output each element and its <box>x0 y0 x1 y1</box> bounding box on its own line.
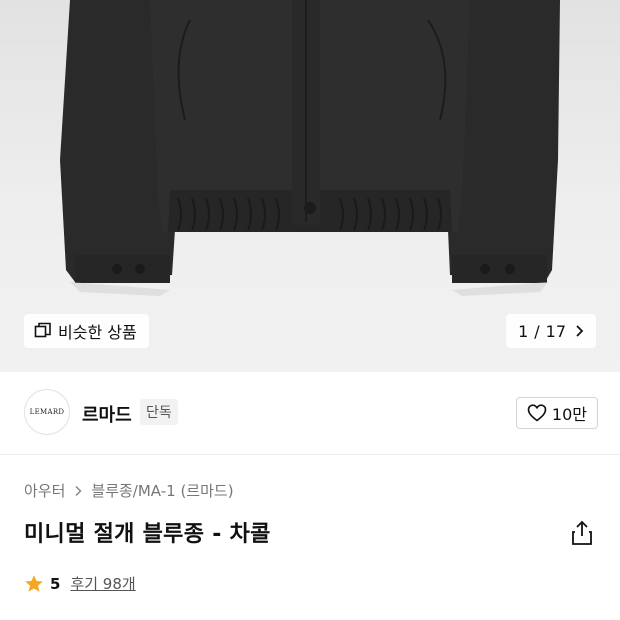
image-pager[interactable]: 1 / 17 <box>506 314 596 348</box>
brand-name[interactable]: 르마드 <box>82 401 132 427</box>
section-divider <box>0 454 620 455</box>
breadcrumb-item-category[interactable]: 블루종/MA-1 (르마드) <box>91 480 233 501</box>
star-icon <box>25 574 43 592</box>
heart-outline-icon <box>527 404 547 422</box>
exclusive-badge: 단독 <box>140 399 178 425</box>
brand-row: LEMARD 르마드 단독 10만 <box>0 372 620 454</box>
pager-current: 1 <box>518 321 529 341</box>
similar-products-label: 비슷한 상품 <box>58 323 137 342</box>
brand-logo-text: LEMARD <box>29 408 65 416</box>
like-button[interactable]: 10만 <box>515 397 598 429</box>
product-image-gallery[interactable]: 비슷한 상품 1 / 17 <box>0 0 620 372</box>
pager-separator: / <box>534 321 540 341</box>
product-title: 미니멀 절개 블루종 - 차콜 <box>24 522 271 547</box>
chevron-right-icon <box>75 485 82 496</box>
similar-products-button[interactable]: 비슷한 상품 <box>24 314 149 348</box>
pager-total: 17 <box>545 321 566 341</box>
like-count: 10만 <box>551 405 587 424</box>
stacked-squares-icon <box>34 322 51 338</box>
reviews-link[interactable]: 후기 98개 <box>70 573 135 594</box>
rating-row: 5 후기 98개 <box>24 573 136 594</box>
rating-score: 5 <box>50 574 61 593</box>
chevron-right-icon <box>576 325 584 337</box>
brand-logo[interactable]: LEMARD <box>24 389 70 435</box>
breadcrumb: 아우터 블루종/MA-1 (르마드) <box>24 480 234 501</box>
share-icon[interactable] <box>570 520 594 546</box>
breadcrumb-item-outer[interactable]: 아우터 <box>24 480 65 501</box>
